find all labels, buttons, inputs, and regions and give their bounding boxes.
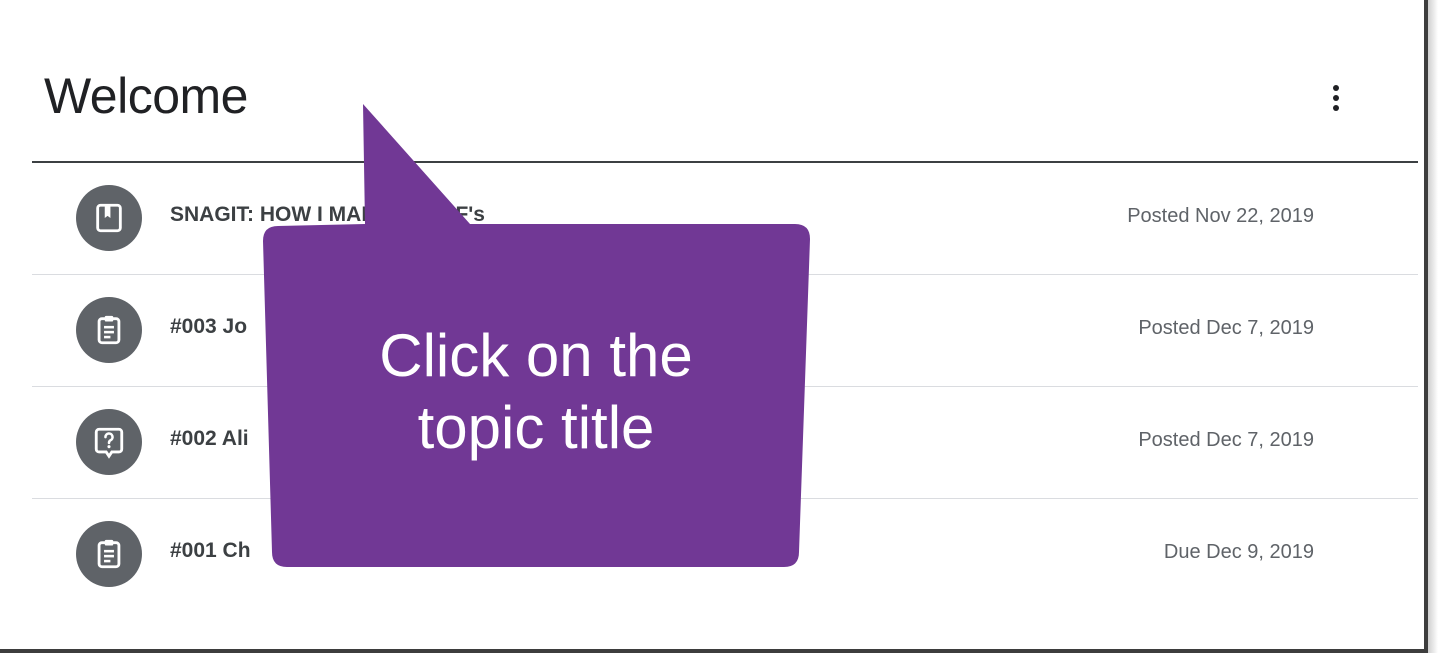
window-edge-bottom bbox=[0, 649, 1428, 653]
item-title[interactable]: #003 Jo bbox=[170, 315, 247, 339]
assignment-icon bbox=[76, 521, 142, 587]
question-icon bbox=[76, 409, 142, 475]
callout-line-1: Click on the bbox=[379, 322, 693, 389]
more-vert-icon bbox=[1333, 85, 1339, 91]
item-title[interactable]: SNAGIT: HOW I MADE MY GIF's bbox=[170, 203, 485, 227]
classwork-topic-page: Welcome SNAGIT: HOW I MADE MY GIF's Post… bbox=[0, 0, 1438, 653]
material-book-icon bbox=[76, 185, 142, 251]
list-item[interactable]: SNAGIT: HOW I MADE MY GIF's Posted Nov 2… bbox=[32, 163, 1418, 275]
item-title[interactable]: #002 Ali bbox=[170, 427, 249, 451]
item-date: Posted Nov 22, 2019 bbox=[1127, 205, 1314, 227]
callout-line-2: topic title bbox=[417, 394, 655, 461]
item-title[interactable]: #001 Ch bbox=[170, 539, 251, 563]
topic-title[interactable]: Welcome bbox=[44, 66, 248, 126]
item-date: Posted Dec 7, 2019 bbox=[1138, 429, 1314, 451]
more-options-button[interactable] bbox=[1316, 74, 1356, 122]
list-item[interactable]: #001 Ch Due Dec 9, 2019 bbox=[32, 499, 1418, 610]
item-date: Due Dec 9, 2019 bbox=[1163, 541, 1314, 563]
callout-text: Click on the topic title bbox=[262, 320, 810, 464]
assignment-icon bbox=[76, 297, 142, 363]
window-shadow bbox=[1428, 0, 1438, 653]
item-date: Posted Dec 7, 2019 bbox=[1138, 317, 1314, 339]
